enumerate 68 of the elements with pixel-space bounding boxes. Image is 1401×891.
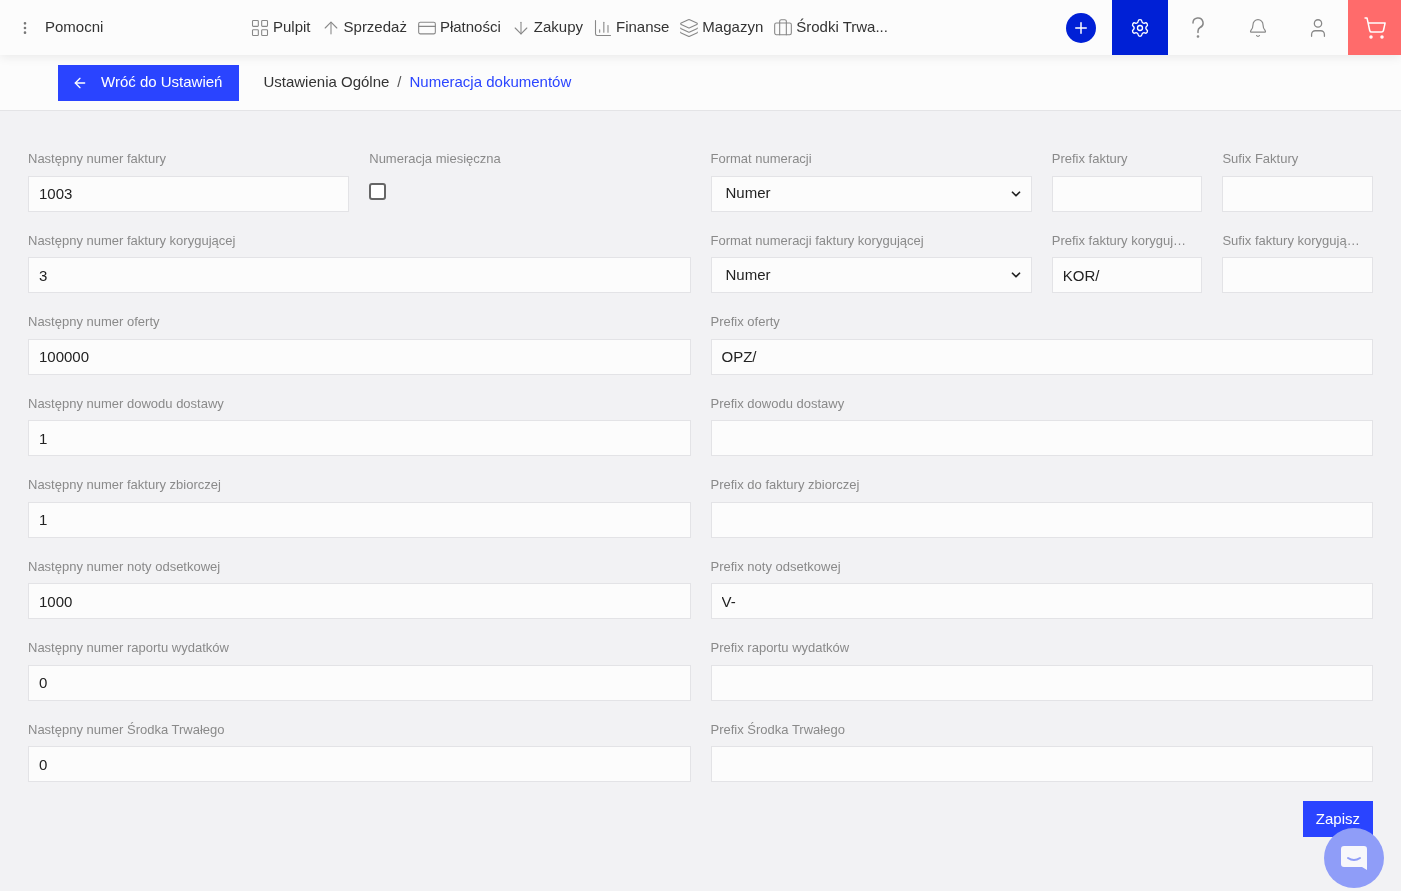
field-label: Prefix dowodu dostawy: [710, 394, 846, 413]
text-field[interactable]: [710, 664, 1373, 701]
text-field[interactable]: 1: [28, 420, 691, 456]
field-label: Następny numer faktury korygującej: [28, 231, 237, 250]
back-button[interactable]: Wróć do Ustawień: [58, 64, 240, 101]
field-label: Prefix do faktury zbiorczej: [710, 476, 861, 494]
field-label: Format numeracji: [710, 150, 813, 168]
text-field[interactable]: 1000: [28, 583, 691, 619]
field-label: Format numeracji faktury korygującej: [710, 231, 925, 250]
field-label: Prefix faktury: [1051, 150, 1129, 168]
cart-button[interactable]: [1348, 0, 1401, 55]
field-label: Następny numer dowodu dostawy: [28, 394, 225, 413]
breadcrumb-separator: /: [397, 72, 402, 93]
field-label: Prefix faktury koryguj…: [1051, 231, 1188, 250]
field-label: Numeracja miesięczna: [369, 150, 502, 168]
text-field[interactable]: 0: [28, 664, 691, 701]
briefcase-icon: [773, 17, 794, 38]
breadcrumb-link[interactable]: Ustawienia Ogólne: [263, 71, 390, 94]
nav-link[interactable]: Zakupy: [510, 16, 583, 39]
text-field[interactable]: [1222, 175, 1373, 212]
nav-link[interactable]: Płatności: [416, 16, 501, 39]
nav-link[interactable]: Magazyn: [679, 16, 764, 39]
text-field[interactable]: OPZ/: [710, 338, 1373, 375]
select-field[interactable]: Numer: [710, 175, 1032, 212]
nav-link[interactable]: Środki Trwa...: [773, 16, 888, 39]
text-field[interactable]: 100000: [28, 338, 691, 375]
question-mark-icon: [1191, 16, 1205, 39]
layers-icon: [679, 17, 700, 38]
text-field[interactable]: [710, 501, 1373, 538]
text-field[interactable]: [710, 420, 1373, 456]
text-field[interactable]: [710, 746, 1373, 782]
field-label: Prefix noty odsetkowej: [710, 557, 842, 576]
field-label: Prefix oferty: [710, 313, 781, 331]
field-label: Prefix Środka Trwałego: [710, 720, 846, 739]
save-button[interactable]: Zapisz: [1302, 801, 1373, 837]
text-field[interactable]: 3: [28, 257, 691, 293]
field-label: Następny numer Środka Trwałego: [28, 720, 226, 739]
field-label: Sufix faktury korygują…: [1222, 231, 1361, 250]
text-field[interactable]: V-: [710, 583, 1373, 619]
nav-link[interactable]: Sprzedaż: [320, 16, 407, 39]
text-field[interactable]: 1: [28, 501, 691, 538]
field-label: Sufix Faktury: [1222, 150, 1300, 168]
chat-icon: [1340, 844, 1368, 872]
field-label: Następny numer raportu wydatków: [28, 639, 230, 657]
text-field[interactable]: 1003: [28, 175, 350, 212]
nav-link[interactable]: Pulpit: [250, 16, 311, 39]
settings-button[interactable]: [1112, 0, 1168, 55]
bar-chart-icon: [593, 17, 613, 38]
text-field[interactable]: [1222, 257, 1373, 293]
field-label: Następny numer faktury: [28, 150, 167, 168]
bell-icon: [1248, 17, 1268, 38]
nav-link[interactable]: Finanse: [593, 16, 670, 39]
text-field[interactable]: KOR/: [1051, 257, 1203, 293]
menu-label[interactable]: Pomocni: [45, 16, 104, 39]
settings-icon: [1130, 17, 1150, 38]
field-label: Następny numer noty odsetkowej: [28, 557, 222, 576]
field-label: Następny numer oferty: [28, 313, 161, 331]
cart-icon: [1362, 15, 1387, 40]
checkbox[interactable]: [369, 182, 387, 200]
text-field[interactable]: 0: [28, 746, 691, 782]
chat-button[interactable]: [1324, 828, 1384, 888]
field-label: Następny numer faktury zbiorczej: [28, 476, 222, 494]
breadcrumb-link[interactable]: Numeracja dokumentów: [409, 71, 572, 94]
field-label: Prefix raportu wydatków: [710, 639, 851, 657]
add-button[interactable]: [1066, 12, 1096, 43]
grid-icon: [250, 17, 270, 38]
select-field[interactable]: Numer: [710, 257, 1032, 293]
text-field[interactable]: [1051, 175, 1203, 212]
